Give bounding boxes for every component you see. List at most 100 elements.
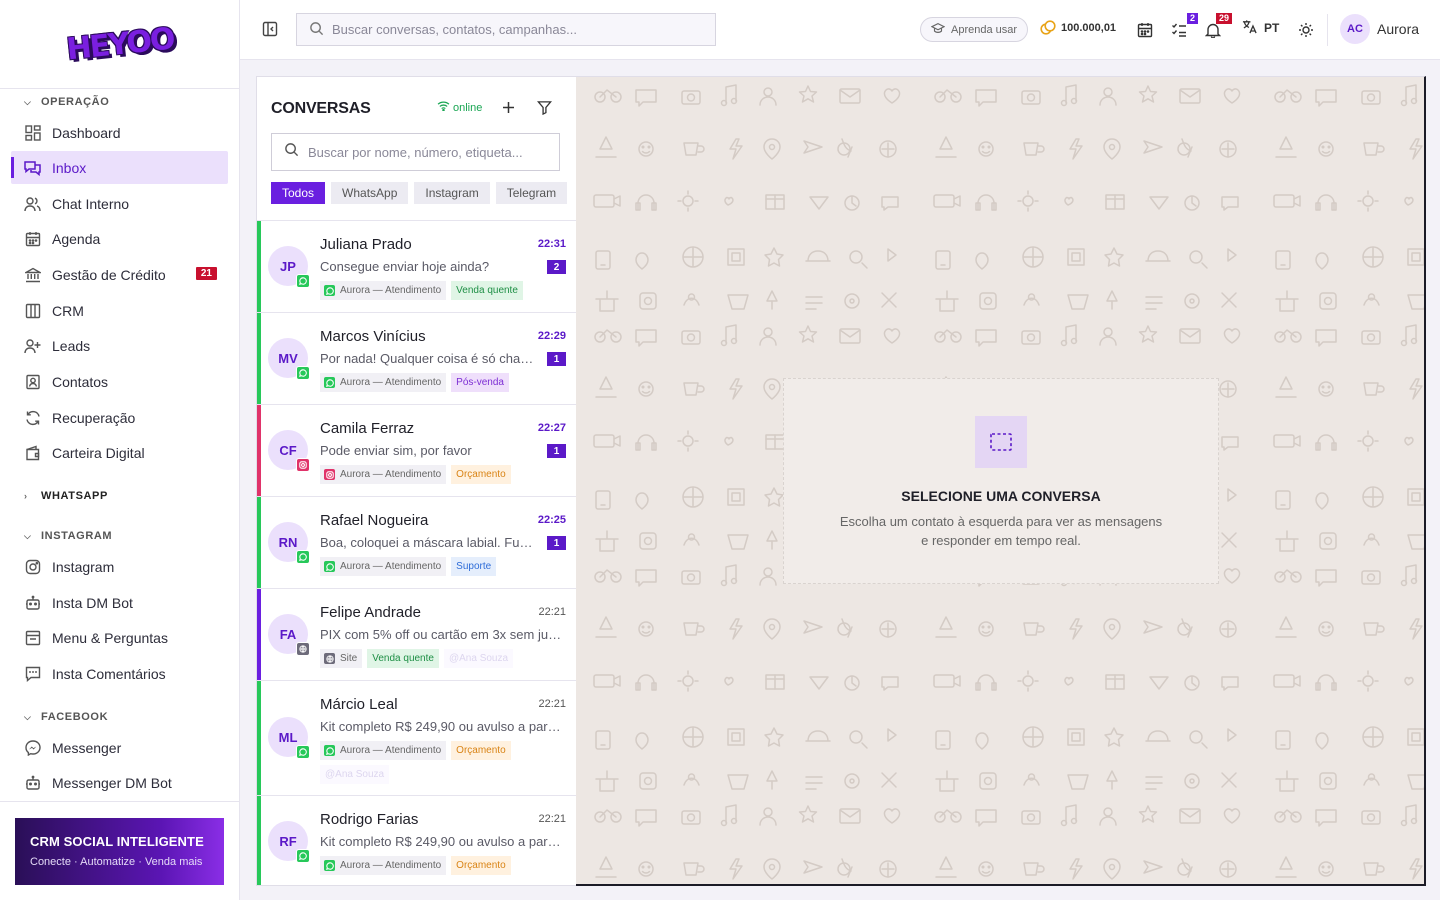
tag-list: Aurora — Atendimento Orçamento: [320, 465, 563, 484]
avatar: CF: [268, 430, 310, 472]
conversation-search-input[interactable]: [308, 144, 548, 160]
sidebar-item-gestao-credito[interactable]: Gestão de Crédito 21: [11, 258, 228, 291]
globe-icon: [296, 642, 310, 656]
avatar: FA: [268, 614, 310, 656]
sidebar-item-inbox[interactable]: Inbox: [11, 151, 228, 184]
whatsapp-icon: [296, 745, 310, 759]
empty-state-title: SELECIONE UMA CONVERSA: [901, 488, 1101, 504]
section-whatsapp[interactable]: › WHATSAPP: [24, 490, 108, 502]
agent-tag: Aurora — Atendimento: [320, 856, 447, 875]
agent-tag: Aurora — Atendimento: [320, 465, 447, 484]
channel-color-bar: [257, 589, 261, 680]
channel-color-bar: [257, 313, 261, 404]
conversation-search[interactable]: [271, 133, 560, 171]
conversation-list: JP Juliana Prado 22:31 Consegue enviar hoje…: [257, 220, 576, 885]
agent-tag: Aurora — Atendimento: [320, 741, 447, 760]
section-facebook[interactable]: ⌵ FACEBOOK: [24, 711, 108, 723]
sidebar-toggle-icon[interactable]: [262, 21, 278, 37]
last-message: Pode enviar sim, por favor: [320, 443, 472, 458]
chat-area: SELECIONE UMA CONVERSA Escolha um contat…: [576, 76, 1426, 886]
sidebar-item-chat-interno[interactable]: Chat Interno: [11, 187, 228, 220]
search-icon: [309, 21, 324, 39]
sidebar-item-label: Chat Interno: [52, 195, 130, 212]
tasks-icon[interactable]: 2: [1168, 13, 1198, 41]
credits-balance[interactable]: 100.000,01: [1040, 20, 1116, 36]
learn-button[interactable]: Aprenda usar: [920, 17, 1029, 42]
conversation-item[interactable]: JP Juliana Prado 22:31 Consegue enviar hoje…: [257, 221, 576, 313]
global-search-input[interactable]: [332, 22, 692, 37]
avatar-initials: MV: [278, 350, 298, 366]
learn-label: Aprenda usar: [951, 23, 1018, 36]
sidebar-item-agenda[interactable]: Agenda: [11, 222, 228, 255]
label-tag: Venda quente: [451, 281, 523, 300]
tab-todos[interactable]: Todos: [271, 182, 326, 204]
sidebar-item-recuperacao[interactable]: Recuperação: [11, 401, 228, 434]
sidebar-item-contatos[interactable]: Contatos: [11, 365, 228, 398]
language-switcher[interactable]: PT: [1242, 19, 1279, 37]
sidebar-item-insta-dm-bot[interactable]: Insta DM Bot: [11, 586, 228, 619]
whatsapp-icon: [324, 561, 335, 572]
new-conversation-button[interactable]: [500, 99, 516, 115]
sidebar-item-leads[interactable]: Leads: [11, 329, 228, 362]
tag-list: Aurora — Atendimento Suporte: [320, 557, 563, 576]
tab-instagram[interactable]: Instagram: [414, 182, 490, 204]
bell-icon[interactable]: 29: [1202, 13, 1232, 41]
message-time: 22:25: [537, 514, 566, 526]
sidebar-divider: [0, 801, 239, 802]
tab-telegram[interactable]: Telegram: [495, 182, 568, 204]
whatsapp-icon: [324, 860, 335, 871]
tab-whatsapp[interactable]: WhatsApp: [331, 182, 409, 204]
message-time: 22:21: [538, 813, 566, 825]
agent-tag: Site: [320, 649, 363, 668]
sidebar-item-instagram[interactable]: Instagram: [11, 550, 228, 583]
label-tag: Suporte: [451, 557, 497, 576]
sidebar-item-carteira-digital[interactable]: Carteira Digital: [11, 436, 228, 469]
chevron-right-icon: ›: [24, 491, 28, 501]
avatar-initials: FA: [279, 626, 297, 642]
filter-icon[interactable]: [537, 100, 553, 116]
channel-color-bar: [257, 221, 261, 312]
agent-label: Site: [340, 653, 358, 664]
global-search[interactable]: [296, 13, 716, 46]
tag-list: Aurora — Atendimento Orçamento @Ana Souza: [320, 741, 563, 784]
chevron-down-icon: ⌵: [24, 96, 32, 107]
section-operacao[interactable]: ⌵ OPERAÇÃO: [24, 96, 109, 108]
section-instagram[interactable]: ⌵ INSTAGRAM: [24, 530, 112, 542]
contact-name: Rodrigo Farias: [320, 811, 419, 828]
message-time: 22:27: [537, 422, 566, 434]
conversation-item[interactable]: FA Felipe Andrade 22:21 PIX com 5% off ou c…: [257, 589, 576, 681]
chevron-down-icon: ⌵: [24, 530, 32, 541]
promo-title: CRM SOCIAL INTELIGENTE: [30, 834, 204, 849]
globe-icon: [324, 653, 335, 664]
contact-name: Márcio Leal: [320, 696, 398, 713]
sidebar-item-messenger[interactable]: Messenger: [11, 731, 228, 764]
channel-color-bar: [257, 497, 261, 588]
conversation-item[interactable]: RN Rafael Nogueira 22:25 Boa, coloquei a má…: [257, 497, 576, 589]
heyoo-logo[interactable]: HEYOO: [64, 14, 174, 73]
sidebar-item-label: Insta DM Bot: [52, 594, 133, 611]
conversation-item[interactable]: MV Marcos Vinícius 22:29 Por nada! Qualquer…: [257, 313, 576, 405]
label-tag: @Ana Souza: [320, 765, 390, 784]
sidebar-item-dashboard[interactable]: Dashboard: [11, 116, 228, 149]
whatsapp-icon: [324, 377, 335, 388]
sidebar-item-label: Gestão de Crédito: [52, 266, 166, 283]
user-menu[interactable]: AC Aurora: [1340, 14, 1419, 44]
whatsapp-icon: [296, 849, 310, 863]
sidebar-item-messenger-dm-bot[interactable]: Messenger DM Bot: [11, 766, 228, 799]
promo-banner[interactable]: CRM SOCIAL INTELIGENTE Conecte · Automat…: [15, 818, 224, 885]
channel-color-bar: [257, 681, 261, 795]
conversation-item[interactable]: ML Márcio Leal 22:21 Kit completo R$ 249,90…: [257, 681, 576, 796]
conversation-item[interactable]: RF Rodrigo Farias 22:21 Kit completo R$ 249…: [257, 796, 576, 885]
sidebar-item-menu-perguntas[interactable]: Menu & Perguntas: [11, 621, 228, 654]
menu-box-icon: [24, 629, 41, 646]
status-label: online: [453, 101, 483, 114]
credits-value: 100.000,01: [1061, 22, 1117, 34]
whatsapp-icon: [296, 274, 310, 288]
sidebar-item-insta-comentarios[interactable]: Insta Comentários: [11, 657, 228, 690]
label-tag: @Ana Souza: [443, 649, 514, 668]
theme-sun-icon[interactable]: [1295, 19, 1317, 41]
graduation-cap-icon: [930, 22, 946, 37]
calendar-icon[interactable]: [1134, 19, 1156, 41]
conversation-item[interactable]: CF Camila Ferraz 22:27 Pode enviar sim, por…: [257, 405, 576, 497]
sidebar-item-crm[interactable]: CRM: [11, 294, 228, 327]
